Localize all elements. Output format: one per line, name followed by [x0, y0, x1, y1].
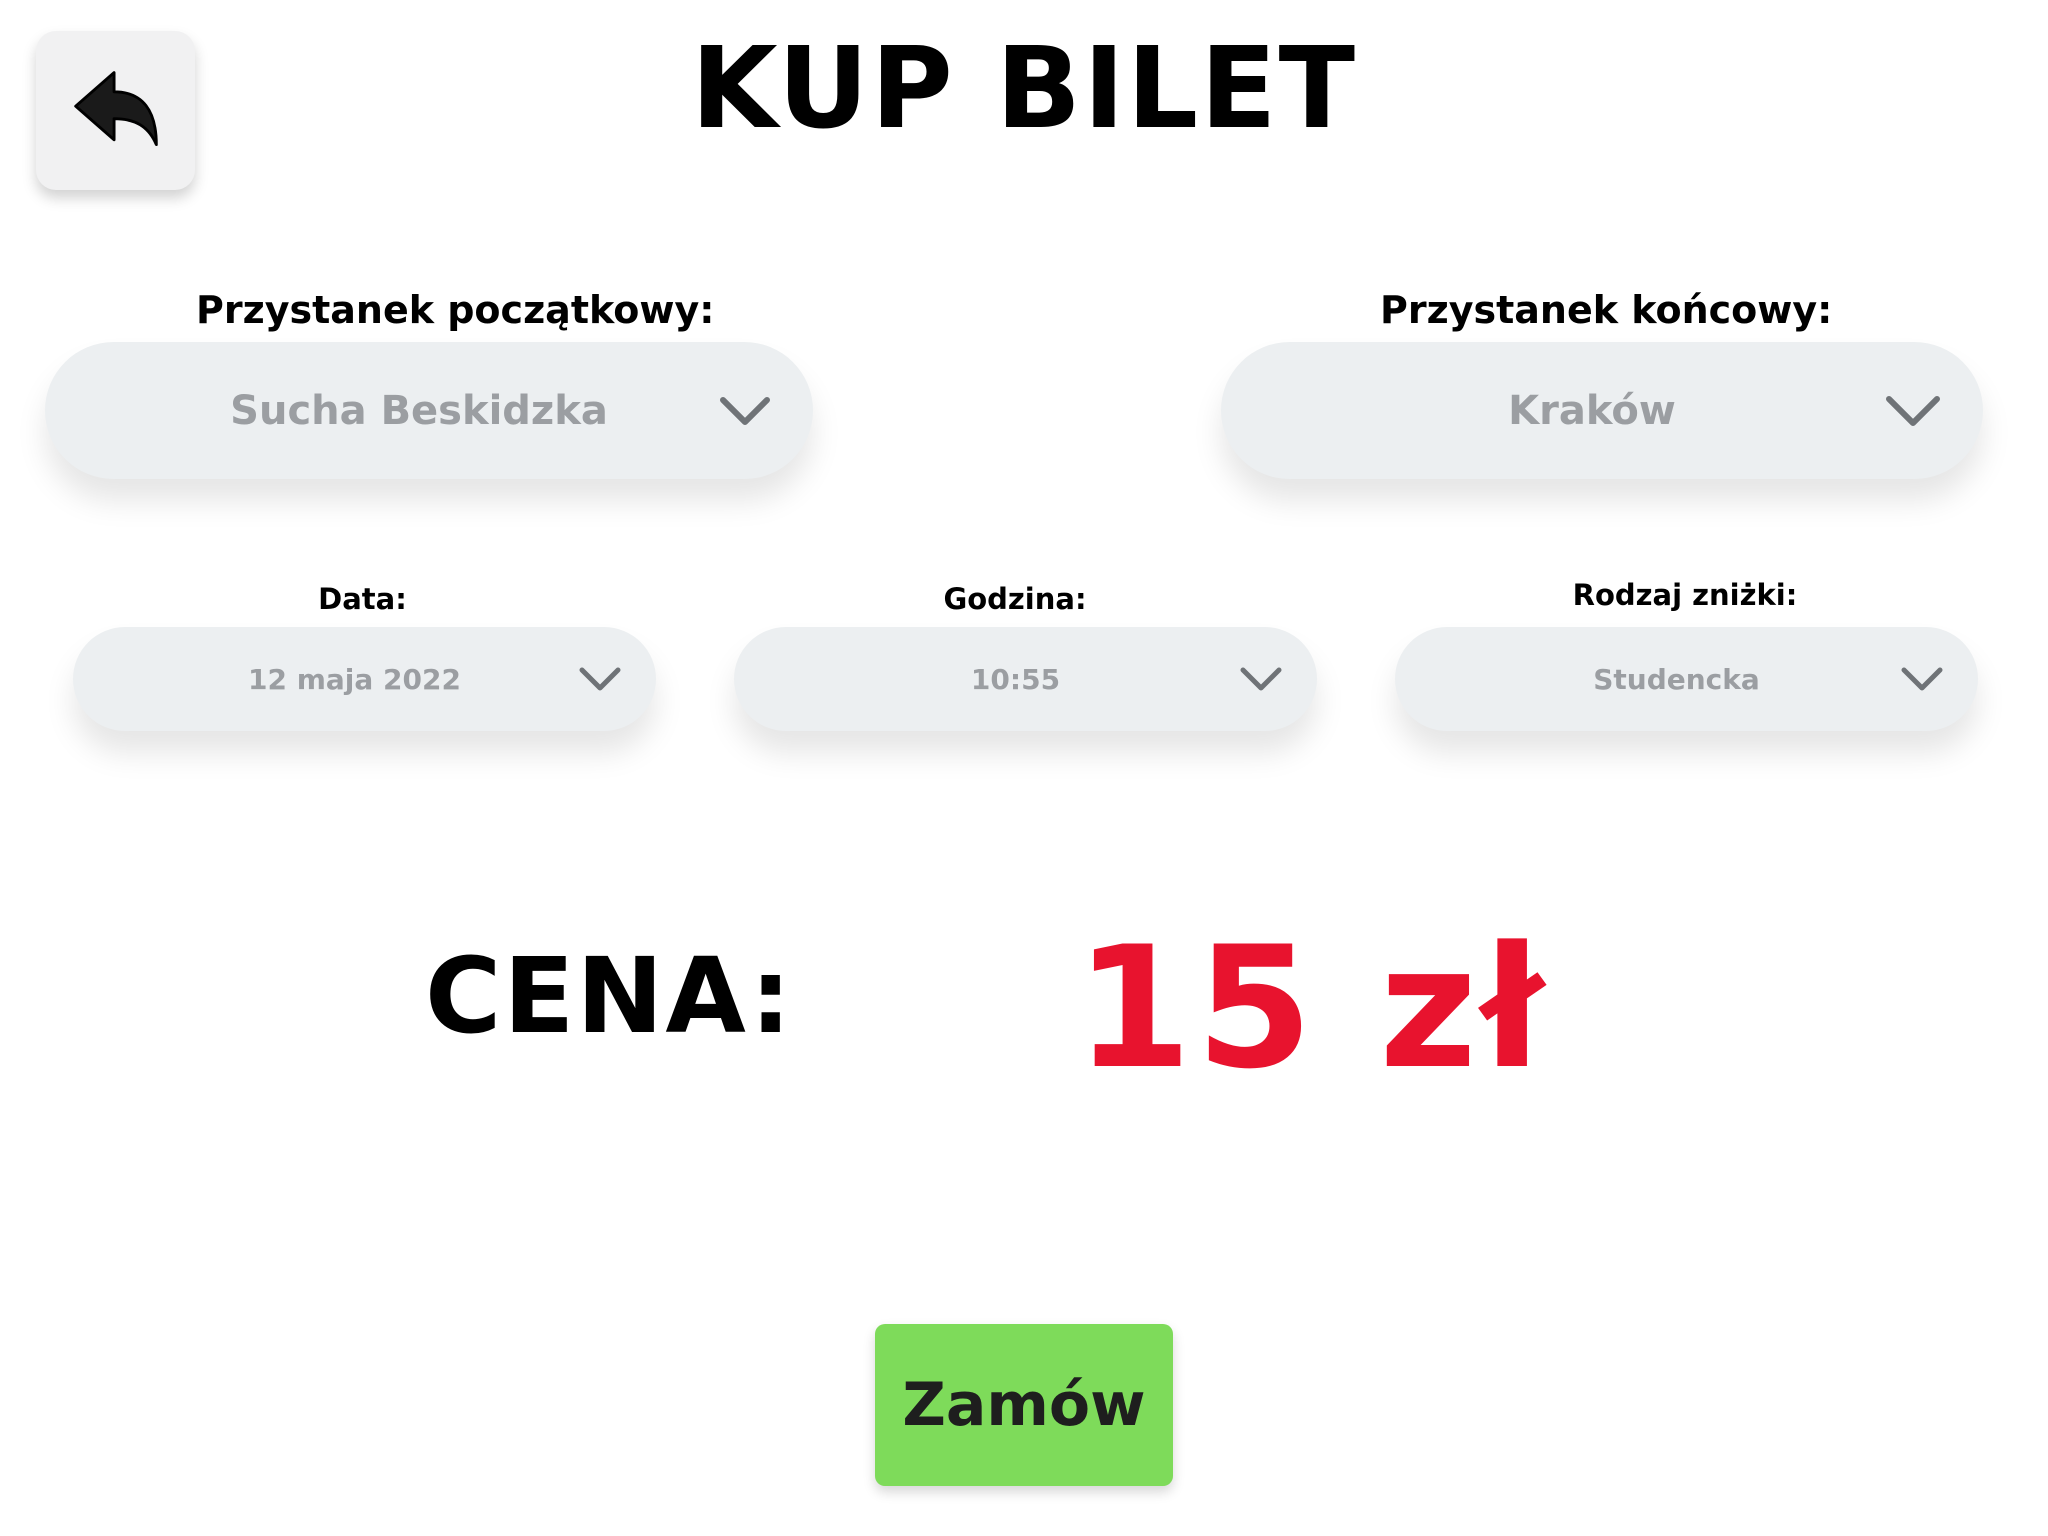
price-label: CENA:: [425, 935, 794, 1057]
start-stop-select[interactable]: Sucha Beskidzka: [45, 342, 813, 479]
time-value: 10:55: [970, 662, 1061, 696]
end-stop-select[interactable]: Kraków: [1221, 342, 1983, 479]
chevron-down-icon: [1901, 667, 1943, 691]
page-title: KUP BILET: [690, 24, 1358, 154]
discount-select[interactable]: Studencka: [1395, 627, 1978, 731]
end-stop-label: Przystanek końcowy:: [1380, 288, 1833, 332]
chevron-down-icon: [579, 667, 621, 691]
date-select[interactable]: 12 maja 2022: [73, 627, 656, 731]
discount-label: Rodzaj zniżki:: [1572, 578, 1798, 612]
date-label: Data:: [318, 582, 407, 616]
buy-ticket-screen: KUP BILET Przystanek początkowy: Sucha B…: [0, 0, 2048, 1536]
price-value: 15 zł: [1075, 910, 1548, 1106]
end-stop-value: Kraków: [1508, 387, 1676, 434]
chevron-down-icon: [720, 396, 770, 425]
time-label: Godzina:: [943, 582, 1087, 616]
discount-value: Studencka: [1593, 662, 1760, 696]
chevron-down-icon: [1886, 395, 1940, 426]
chevron-down-icon: [1240, 667, 1282, 691]
order-button[interactable]: Zamów: [875, 1324, 1173, 1486]
start-stop-label: Przystanek początkowy:: [196, 288, 715, 332]
start-stop-value: Sucha Beskidzka: [230, 387, 608, 434]
date-value: 12 maja 2022: [248, 662, 461, 696]
time-select[interactable]: 10:55: [734, 627, 1317, 731]
